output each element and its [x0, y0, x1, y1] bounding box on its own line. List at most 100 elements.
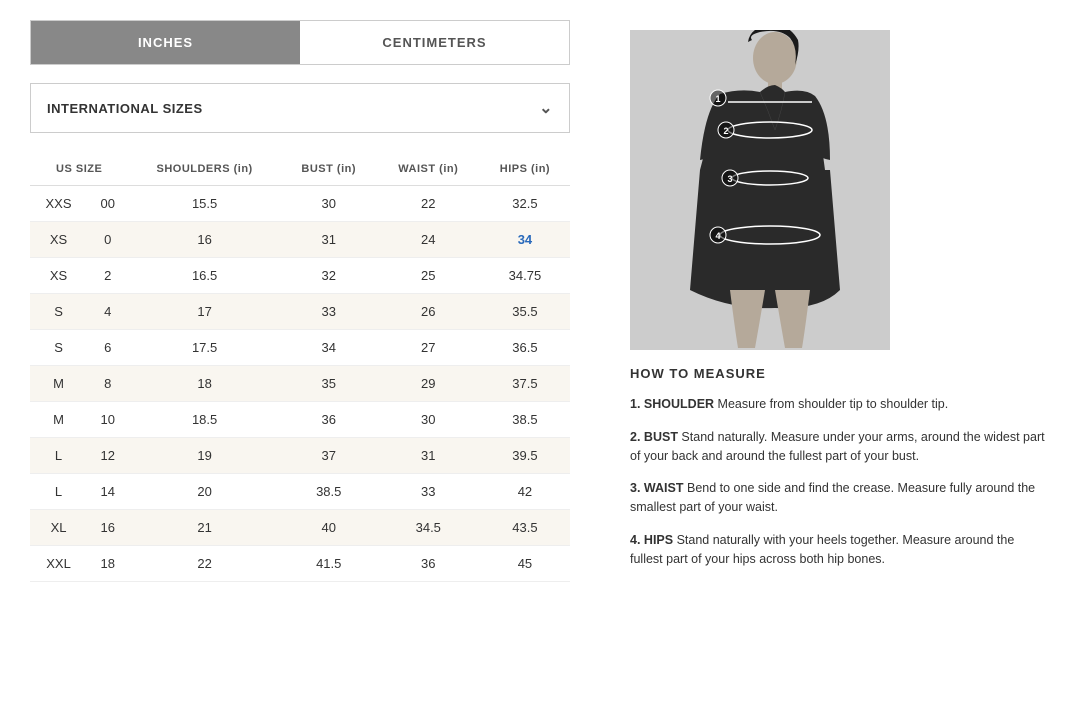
cell-shoulders: 21 — [128, 510, 280, 546]
measure-text: Stand naturally with your heels together… — [630, 533, 1014, 566]
how-to-measure-section: HOW TO MEASURE 1. SHOULDER Measure from … — [630, 366, 1050, 568]
cell-waist: 27 — [377, 330, 480, 366]
cell-size-letter: XXS — [30, 186, 87, 222]
cell-bust: 35 — [281, 366, 377, 402]
measure-item: 1. SHOULDER Measure from shoulder tip to… — [630, 395, 1050, 414]
cell-size-letter: S — [30, 294, 87, 330]
cell-size-letter: M — [30, 366, 87, 402]
cell-hips: 45 — [480, 546, 570, 582]
cell-size-num: 8 — [87, 366, 128, 402]
cell-hips: 38.5 — [480, 402, 570, 438]
cell-bust: 38.5 — [281, 474, 377, 510]
measure-label: WAIST — [644, 481, 684, 495]
cell-shoulders: 17 — [128, 294, 280, 330]
measure-item: 4. HIPS Stand naturally with your heels … — [630, 531, 1050, 569]
unit-toggle[interactable]: INCHES CENTIMETERS — [30, 20, 570, 65]
svg-text:1: 1 — [715, 94, 720, 104]
table-row: XS 0 16 31 24 34 — [30, 222, 570, 258]
table-row: XXS 00 15.5 30 22 32.5 — [30, 186, 570, 222]
dress-illustration: 1 1 2 3 4 — [630, 30, 890, 350]
measure-text: Bend to one side and find the crease. Me… — [630, 481, 1035, 514]
cell-shoulders: 18 — [128, 366, 280, 402]
dress-svg: 1 1 2 3 4 — [630, 30, 890, 350]
cell-hips: 36.5 — [480, 330, 570, 366]
th-waist: WAIST (in) — [377, 153, 480, 186]
measure-text: Stand naturally. Measure under your arms… — [630, 430, 1045, 463]
svg-text:3: 3 — [727, 174, 732, 184]
table-row: M 8 18 35 29 37.5 — [30, 366, 570, 402]
cell-size-letter: L — [30, 438, 87, 474]
cell-bust: 37 — [281, 438, 377, 474]
size-selector-dropdown[interactable]: INTERNATIONAL SIZES ⌄ — [30, 83, 570, 133]
cell-hips: 34.75 — [480, 258, 570, 294]
th-bust: BUST (in) — [281, 153, 377, 186]
cell-size-num: 00 — [87, 186, 128, 222]
main-container: INCHES CENTIMETERS INTERNATIONAL SIZES ⌄… — [0, 0, 1080, 602]
cell-size-letter: L — [30, 474, 87, 510]
chevron-down-icon: ⌄ — [539, 98, 553, 118]
cell-hips: 42 — [480, 474, 570, 510]
cell-shoulders: 16.5 — [128, 258, 280, 294]
cell-size-letter: XS — [30, 222, 87, 258]
cell-size-num: 4 — [87, 294, 128, 330]
cell-shoulders: 17.5 — [128, 330, 280, 366]
measure-item: 2. BUST Stand naturally. Measure under y… — [630, 428, 1050, 466]
measure-text: Measure from shoulder tip to shoulder ti… — [714, 397, 948, 411]
right-panel: 1 1 2 3 4 — [630, 20, 1050, 582]
measure-item: 3. WAIST Bend to one side and find the c… — [630, 479, 1050, 517]
th-hips: HIPS (in) — [480, 153, 570, 186]
measure-label: HIPS — [644, 533, 673, 547]
cell-size-num: 6 — [87, 330, 128, 366]
cell-size-letter: XS — [30, 258, 87, 294]
measure-items: 1. SHOULDER Measure from shoulder tip to… — [630, 395, 1050, 568]
cell-bust: 36 — [281, 402, 377, 438]
cell-shoulders: 18.5 — [128, 402, 280, 438]
table-row: M 10 18.5 36 30 38.5 — [30, 402, 570, 438]
cell-hips: 32.5 — [480, 186, 570, 222]
cell-size-letter: XXL — [30, 546, 87, 582]
cell-size-letter: XL — [30, 510, 87, 546]
cell-shoulders: 15.5 — [128, 186, 280, 222]
cell-size-num: 14 — [87, 474, 128, 510]
cell-size-letter: S — [30, 330, 87, 366]
left-panel: INCHES CENTIMETERS INTERNATIONAL SIZES ⌄… — [30, 20, 590, 582]
th-shoulders: SHOULDERS (in) — [128, 153, 280, 186]
cell-size-num: 16 — [87, 510, 128, 546]
size-selector-label: INTERNATIONAL SIZES — [47, 101, 203, 116]
centimeters-button[interactable]: CENTIMETERS — [300, 21, 569, 64]
table-row: L 12 19 37 31 39.5 — [30, 438, 570, 474]
cell-hips: 43.5 — [480, 510, 570, 546]
step-number: 1. — [630, 397, 640, 411]
cell-shoulders: 19 — [128, 438, 280, 474]
step-number: 3. — [630, 481, 640, 495]
svg-text:4: 4 — [715, 231, 720, 241]
cell-waist: 34.5 — [377, 510, 480, 546]
table-row: XS 2 16.5 32 25 34.75 — [30, 258, 570, 294]
step-number: 2. — [630, 430, 640, 444]
cell-waist: 22 — [377, 186, 480, 222]
cell-shoulders: 22 — [128, 546, 280, 582]
th-us-size: US SIZE — [30, 153, 128, 186]
cell-bust: 33 — [281, 294, 377, 330]
cell-hips: 35.5 — [480, 294, 570, 330]
table-row: S 4 17 33 26 35.5 — [30, 294, 570, 330]
measure-label: BUST — [644, 430, 678, 444]
cell-waist: 29 — [377, 366, 480, 402]
table-row: XXL 18 22 41.5 36 45 — [30, 546, 570, 582]
table-header-row: US SIZE SHOULDERS (in) BUST (in) WAIST (… — [30, 153, 570, 186]
cell-size-num: 0 — [87, 222, 128, 258]
cell-bust: 31 — [281, 222, 377, 258]
cell-shoulders: 20 — [128, 474, 280, 510]
cell-waist: 24 — [377, 222, 480, 258]
cell-bust: 32 — [281, 258, 377, 294]
cell-bust: 40 — [281, 510, 377, 546]
table-row: L 14 20 38.5 33 42 — [30, 474, 570, 510]
table-row: S 6 17.5 34 27 36.5 — [30, 330, 570, 366]
cell-size-num: 10 — [87, 402, 128, 438]
cell-waist: 30 — [377, 402, 480, 438]
cell-bust: 30 — [281, 186, 377, 222]
table-row: XL 16 21 40 34.5 43.5 — [30, 510, 570, 546]
step-number: 4. — [630, 533, 640, 547]
inches-button[interactable]: INCHES — [31, 21, 300, 64]
size-table: US SIZE SHOULDERS (in) BUST (in) WAIST (… — [30, 153, 570, 582]
